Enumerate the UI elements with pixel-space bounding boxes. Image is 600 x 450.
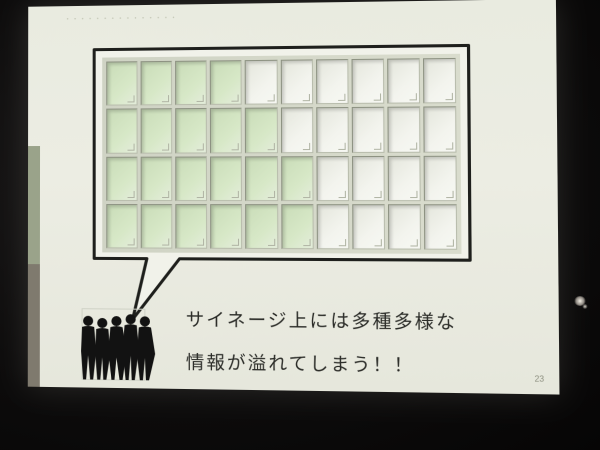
signage-screen: [387, 58, 420, 104]
people-silhouette-icon: [74, 307, 165, 383]
signage-screen: [316, 204, 349, 249]
signage-screen: [210, 156, 242, 201]
signage-screen: [210, 108, 242, 153]
signage-screen: [141, 156, 173, 201]
slide-caption-line-2: 情報が溢れてしまう！！: [186, 348, 415, 378]
signage-screen: [281, 204, 314, 249]
signage-screen: [423, 58, 456, 104]
signage-screen: [352, 204, 385, 250]
signage-screen: [106, 156, 137, 201]
signage-screen: [246, 204, 278, 249]
signage-screen: [210, 204, 242, 249]
signage-screen: [387, 107, 420, 153]
signage-screen: [423, 107, 456, 153]
signage-screen: [245, 60, 277, 105]
signage-screen: [280, 59, 312, 104]
slide-caption-line-1: サイネージ上には多種多様な: [186, 306, 458, 335]
signage-screen: [141, 204, 173, 249]
signage-screen: [210, 60, 242, 105]
signage-screen: [245, 156, 277, 201]
signage-screen: [316, 107, 349, 152]
signage-screen: [423, 155, 456, 201]
signage-screen: [387, 155, 420, 201]
projector-screen: ・・・・・・・・・・・・・・・ サイネージ上には多種多様な 情報が溢れてしまう！…: [28, 0, 560, 395]
signage-screen: [281, 156, 313, 201]
signage-screen: [106, 204, 138, 249]
photo-of-projected-slide: ・・・・・・・・・・・・・・・ サイネージ上には多種多様な 情報が溢れてしまう！…: [0, 0, 600, 450]
signage-screen: [388, 204, 421, 250]
signage-screen: [175, 61, 207, 106]
slide-page-number: 23: [534, 374, 544, 384]
signage-screen: [175, 108, 207, 153]
signage-screen: [424, 204, 457, 250]
signage-wall: [102, 54, 461, 254]
signage-screen: [176, 204, 208, 249]
room-light-reflection-small: [582, 304, 588, 309]
signage-screen: [175, 156, 207, 201]
signage-screen: [316, 156, 349, 201]
signage-screen: [351, 59, 384, 104]
signage-screen: [352, 155, 385, 200]
signage-screen: [280, 107, 312, 152]
signage-screen: [141, 108, 173, 153]
signage-screen: [106, 109, 137, 154]
signage-screen: [245, 108, 277, 153]
signage-screen: [106, 61, 137, 106]
signage-screen: [316, 59, 349, 104]
signage-screen: [141, 61, 173, 106]
signage-screen: [351, 107, 384, 152]
